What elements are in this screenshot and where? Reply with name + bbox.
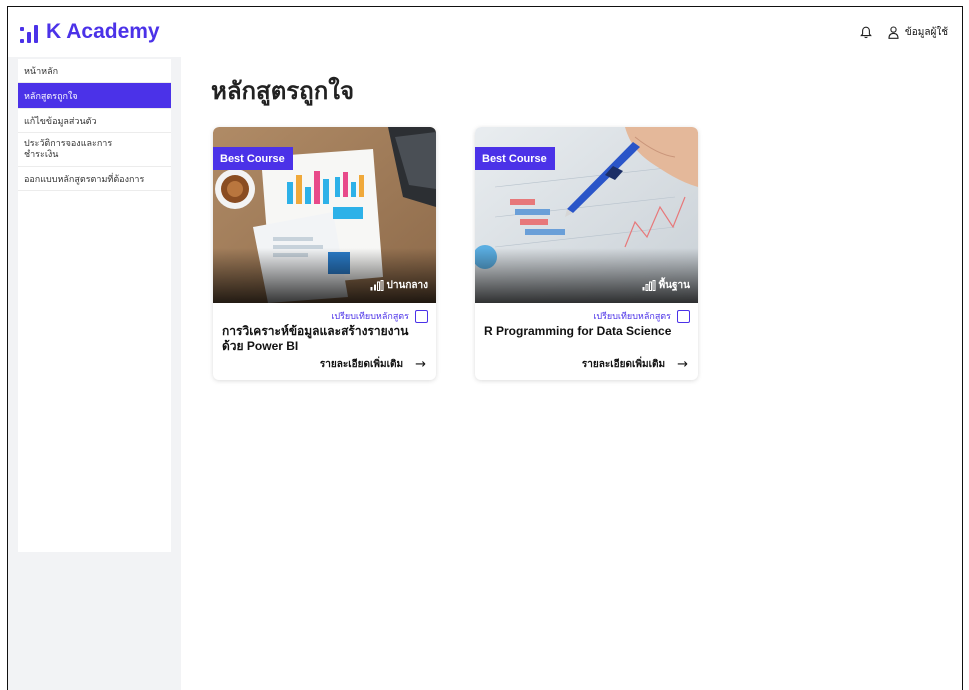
course-image: Best Course พื้นฐาน bbox=[475, 127, 698, 303]
sidebar-item-home[interactable]: หน้าหลัก bbox=[18, 59, 171, 83]
details-link[interactable]: รายละเอียดเพิ่มเติม → bbox=[320, 357, 426, 372]
signal-bars-icon bbox=[642, 280, 656, 291]
course-card[interactable]: Best Course ปานกลาง เปรียบเทียบหลักสูตร bbox=[213, 127, 436, 380]
bell-icon[interactable] bbox=[860, 26, 872, 39]
level-label: ปานกลาง bbox=[386, 280, 428, 291]
compare-toggle[interactable]: เปรียบเทียบหลักสูตร bbox=[593, 309, 690, 323]
sidebar-item-label: ออกแบบหลักสูตรตามที่ต้องการ bbox=[24, 174, 145, 185]
user-icon bbox=[888, 25, 899, 39]
brand[interactable]: K Academy bbox=[20, 20, 160, 44]
level-indicator: ปานกลาง bbox=[370, 278, 428, 293]
brand-name: K Academy bbox=[46, 20, 160, 43]
page-title: หลักสูตรถูกใจ bbox=[211, 77, 355, 105]
signal-bars-icon bbox=[370, 280, 384, 291]
top-bar: K Academy ข้อมูลผู้ใช้ bbox=[8, 7, 962, 57]
sidebar-item-label: แก้ไขข้อมูลส่วนตัว bbox=[24, 116, 97, 127]
sidebar-item-label: หน้าหลัก bbox=[24, 66, 59, 77]
sidebar-item-label: ประวัติการจองและการชำระเงิน bbox=[24, 139, 113, 160]
sidebar-item-label: หลักสูตรถูกใจ bbox=[24, 91, 78, 102]
details-label: รายละเอียดเพิ่มเติม bbox=[319, 359, 404, 370]
sidebar-item-edit-profile[interactable]: แก้ไขข้อมูลส่วนตัว bbox=[18, 109, 171, 133]
app-window: K Academy ข้อมูลผู้ใช้ หน้าหลัก หลักสูตร… bbox=[7, 6, 963, 690]
user-menu[interactable]: ข้อมูลผู้ใช้ bbox=[888, 25, 948, 40]
level-indicator: พื้นฐาน bbox=[642, 278, 690, 293]
compare-label: เปรียบเทียบหลักสูตร bbox=[331, 312, 409, 322]
course-title: R Programming for Data Science bbox=[484, 324, 672, 338]
user-label: ข้อมูลผู้ใช้ bbox=[904, 26, 948, 38]
details-label: รายละเอียดเพิ่มเติม bbox=[581, 359, 666, 370]
arrow-right-icon: → bbox=[677, 357, 688, 372]
compare-checkbox[interactable] bbox=[415, 309, 428, 323]
best-course-badge: Best Course bbox=[475, 147, 555, 170]
sidebar-item-booking-history[interactable]: ประวัติการจองและการชำระเงิน bbox=[18, 133, 171, 167]
best-course-badge: Best Course bbox=[213, 147, 293, 170]
sidebar: หน้าหลัก หลักสูตรถูกใจ แก้ไขข้อมูลส่วนตั… bbox=[18, 59, 171, 552]
details-link[interactable]: รายละเอียดเพิ่มเติม → bbox=[582, 357, 688, 372]
level-label: พื้นฐาน bbox=[658, 280, 690, 291]
main-content: หลักสูตรถูกใจ Best Course ปานกลาง เปรียบ… bbox=[181, 57, 962, 690]
compare-checkbox[interactable] bbox=[677, 309, 690, 323]
compare-toggle[interactable]: เปรียบเทียบหลักสูตร bbox=[331, 309, 428, 323]
sidebar-item-custom-course[interactable]: ออกแบบหลักสูตรตามที่ต้องการ bbox=[18, 167, 171, 191]
compare-label: เปรียบเทียบหลักสูตร bbox=[593, 312, 671, 322]
course-title: การวิเคราะห์ข้อมูลและสร้างรายงานด้วย Pow… bbox=[222, 324, 409, 353]
course-image: Best Course ปานกลาง bbox=[213, 127, 436, 303]
sidebar-item-favorite-courses[interactable]: หลักสูตรถูกใจ bbox=[18, 83, 171, 109]
k-academy-logo-icon bbox=[20, 21, 38, 43]
arrow-right-icon: → bbox=[415, 357, 426, 372]
course-card[interactable]: Best Course พื้นฐาน เปรียบเทียบหลักสูตร bbox=[475, 127, 698, 380]
